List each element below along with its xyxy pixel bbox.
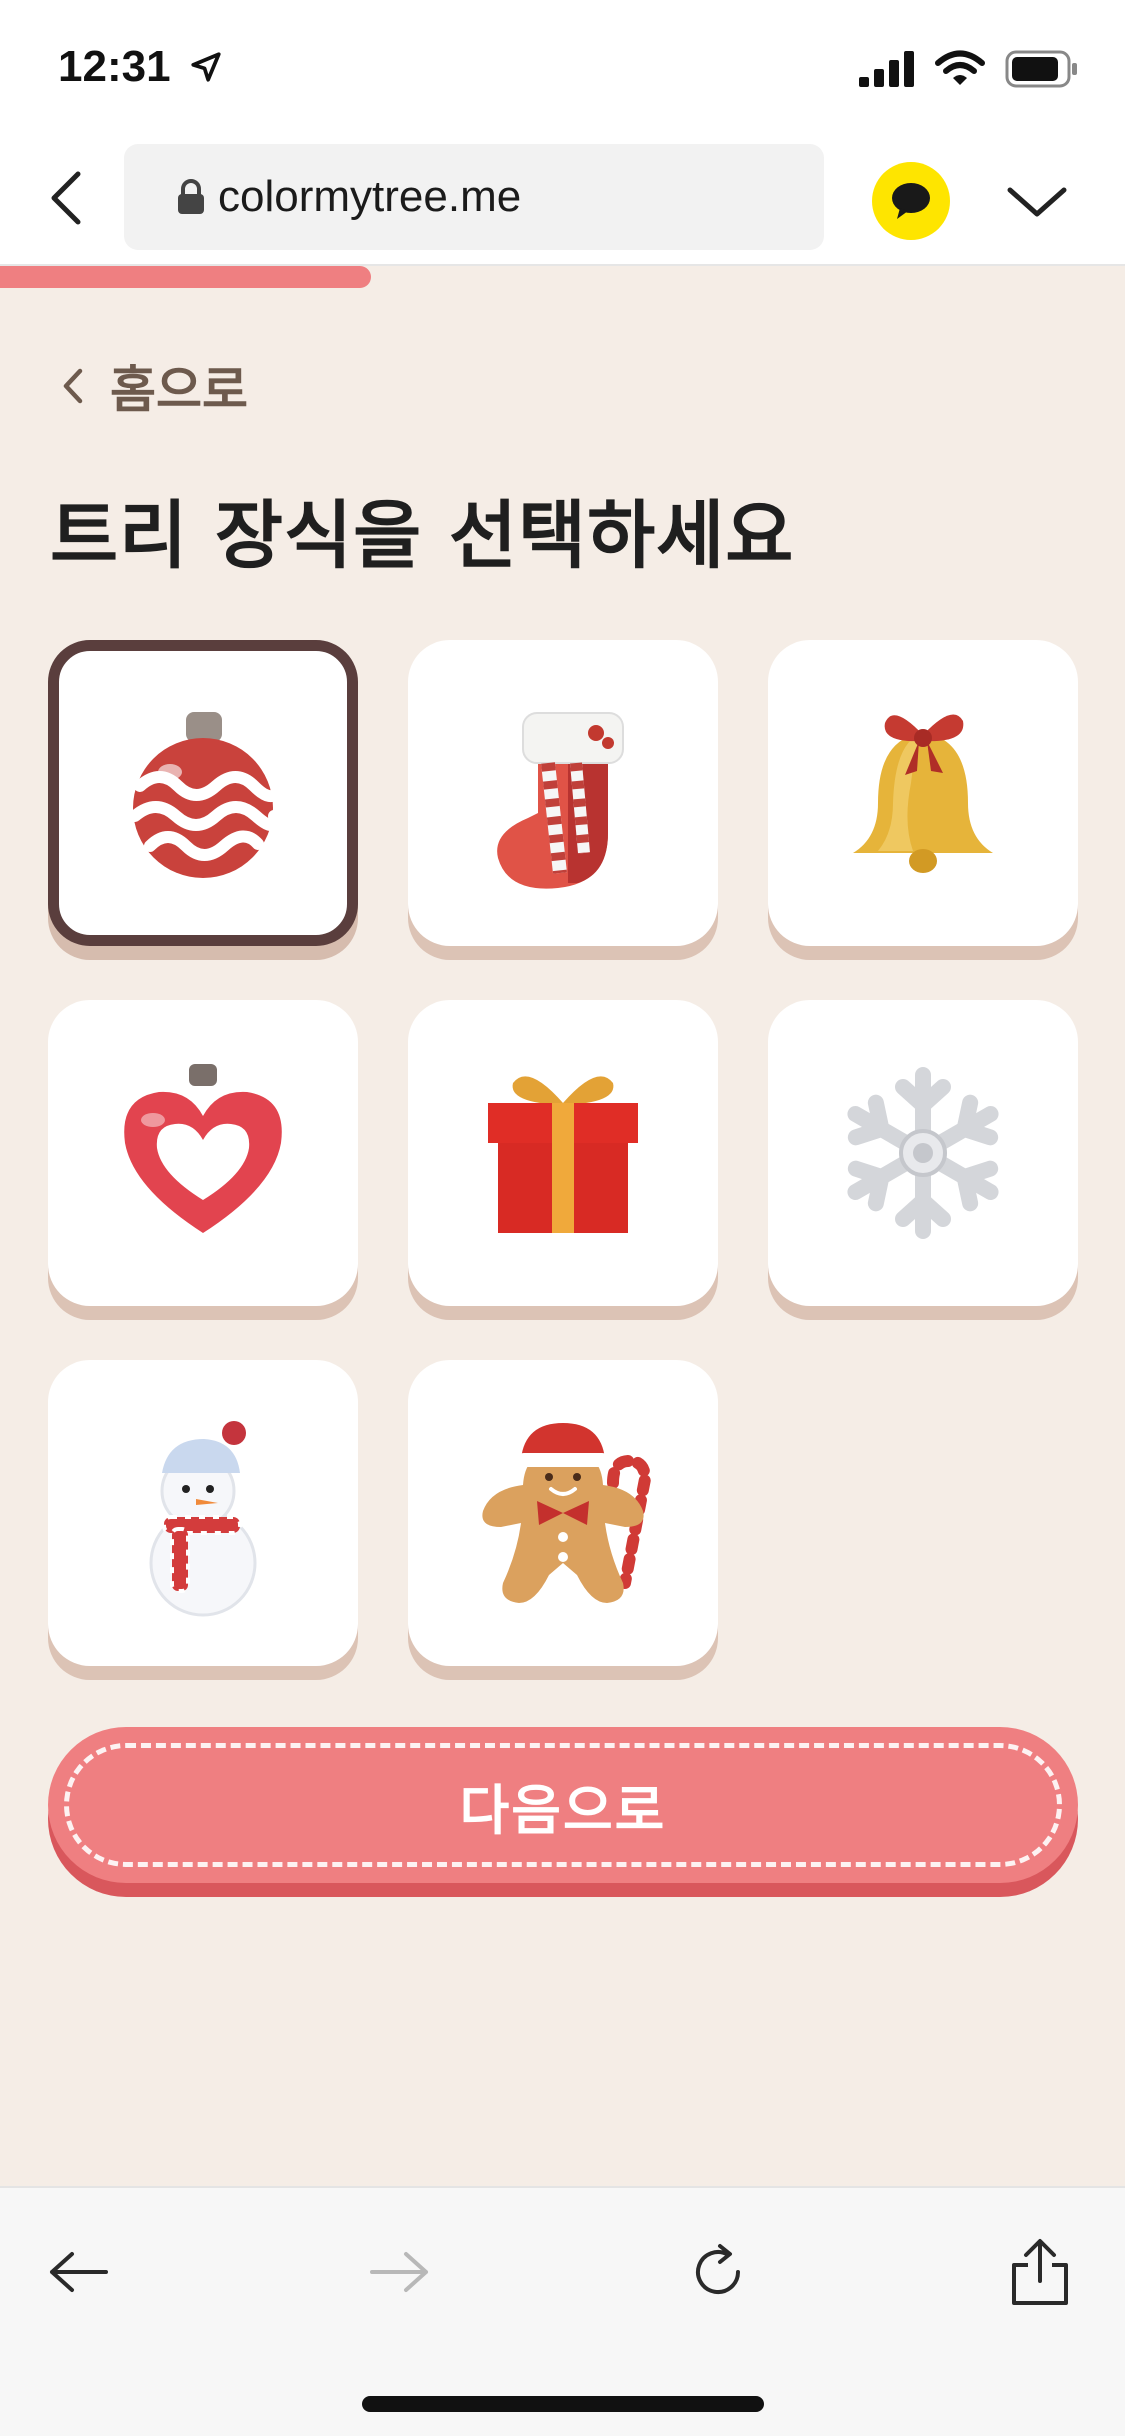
stocking-icon xyxy=(497,712,624,889)
time-text: 12:31 xyxy=(58,42,171,91)
next-button-label: 다음으로 xyxy=(459,1778,667,1842)
share-button[interactable] xyxy=(1000,2232,1080,2312)
back-home-link[interactable]: 홈으로 xyxy=(62,350,248,422)
kakao-chat-icon xyxy=(892,183,930,219)
tile-face xyxy=(408,1360,718,1666)
kakao-button[interactable] xyxy=(872,162,950,240)
lock-icon xyxy=(178,179,204,214)
snowman-icon xyxy=(149,1421,257,1617)
status-bar: 12:31 xyxy=(0,0,1125,138)
next-button[interactable]: 다음으로 xyxy=(48,1727,1078,1897)
tile-face xyxy=(768,1000,1078,1306)
forward-arrow-icon xyxy=(370,2252,428,2292)
tile-face xyxy=(768,640,1078,946)
snowflake-icon xyxy=(847,1067,999,1239)
address-bar[interactable]: colormytree.me xyxy=(124,144,824,250)
status-time: 12:31 xyxy=(58,42,223,92)
url-text: colormytree.me xyxy=(218,172,522,221)
decoration-grid xyxy=(48,640,1078,1680)
page-title: 트리 장식을 선택하세요 xyxy=(50,493,795,579)
reload-icon xyxy=(696,2244,740,2294)
decoration-gingerbread[interactable] xyxy=(408,1360,718,1680)
gingerbread-man-icon xyxy=(482,1423,652,1603)
decoration-snowman[interactable] xyxy=(48,1360,358,1680)
status-icons xyxy=(859,50,1079,88)
decoration-gift[interactable] xyxy=(408,1000,718,1320)
next-button-face: 다음으로 xyxy=(48,1727,1078,1883)
share-icon xyxy=(1012,2239,1068,2305)
home-indicator xyxy=(362,2396,764,2412)
decoration-snowflake[interactable] xyxy=(768,1000,1078,1320)
bell-icon xyxy=(853,714,993,873)
tile-face xyxy=(48,1000,358,1306)
wifi-icon xyxy=(935,50,985,85)
tile-face xyxy=(408,640,718,946)
decoration-stocking[interactable] xyxy=(408,640,718,960)
decoration-bell[interactable] xyxy=(768,640,1078,960)
back-button[interactable] xyxy=(38,2232,118,2312)
tile-face xyxy=(48,640,358,946)
gift-box-icon xyxy=(488,1076,638,1233)
browser-bar: colormytree.me xyxy=(0,138,1125,266)
forward-button[interactable] xyxy=(360,2232,440,2312)
location-arrow-icon xyxy=(191,52,221,82)
decoration-ornament-ball[interactable] xyxy=(48,640,358,960)
progress-bar xyxy=(0,266,1125,288)
chevron-left-icon xyxy=(63,368,83,404)
battery-icon xyxy=(1005,50,1077,88)
tile-face xyxy=(408,1000,718,1306)
back-home-label: 홈으로 xyxy=(110,361,248,419)
tile-face xyxy=(48,1360,358,1666)
back-arrow-icon xyxy=(50,2252,108,2292)
progress-fill xyxy=(0,266,372,288)
back-chevron-icon[interactable] xyxy=(46,168,86,228)
signal-icon xyxy=(859,51,914,87)
decoration-heart[interactable] xyxy=(48,1000,358,1320)
reload-button[interactable] xyxy=(678,2232,758,2312)
ornament-ball-icon xyxy=(129,712,284,878)
chevron-down-icon[interactable] xyxy=(1006,184,1068,220)
heart-ornament-icon xyxy=(124,1064,282,1233)
